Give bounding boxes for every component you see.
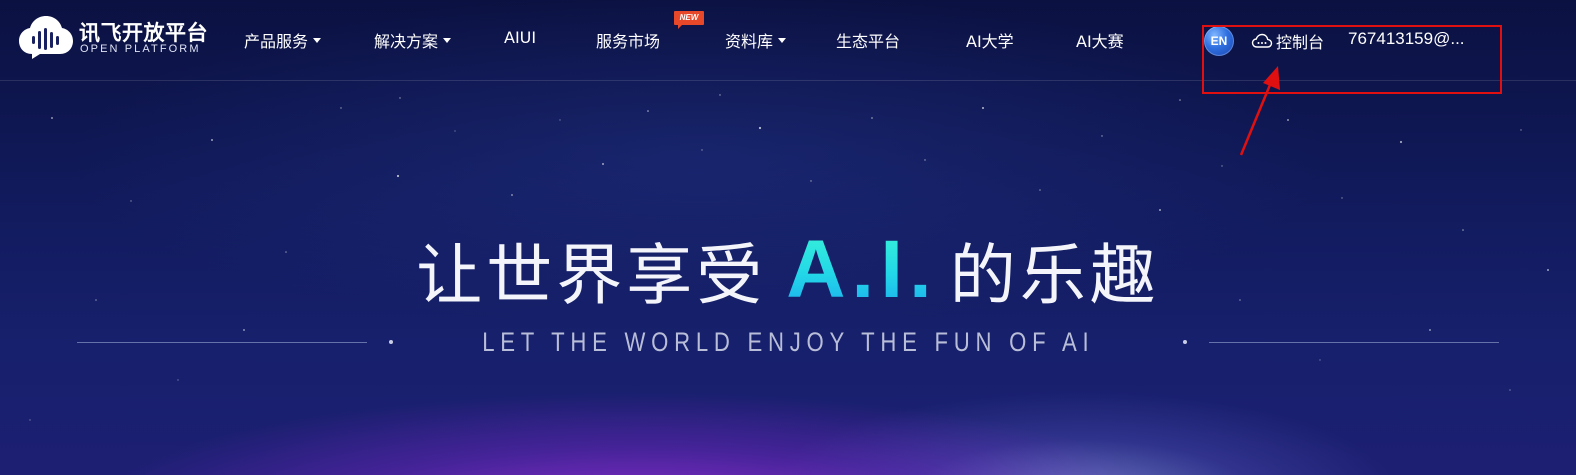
nav-item-service-market[interactable]: 服务市场	[596, 28, 660, 52]
divider-dot-left	[388, 340, 393, 344]
caret-down-icon	[778, 37, 787, 43]
caret-down-icon	[443, 37, 452, 43]
nav-item-solutions[interactable]: 解决方案	[374, 28, 452, 52]
voice-cloud-logo-icon	[19, 16, 73, 59]
nav-item-product-services[interactable]: 产品服务	[244, 28, 322, 52]
nav-item-label: 服务市场	[596, 32, 661, 51]
hero-subtitle: LET THE WORLD ENJOY THE FUN OF AI	[481, 326, 1095, 357]
nav-item-label: 解决方案	[374, 32, 439, 51]
nav-item-resources[interactable]: 资料库	[725, 28, 787, 52]
cloud-icon	[1251, 33, 1273, 48]
page: 讯飞开放平台 OPEN PLATFORM 产品服务 解决方案 AIUI 服务市场…	[0, 0, 1576, 475]
logo[interactable]: 讯飞开放平台 OPEN PLATFORM	[18, 14, 208, 60]
nav-item-label: AI大学	[966, 32, 1014, 51]
top-navbar: 讯飞开放平台 OPEN PLATFORM 产品服务 解决方案 AIUI 服务市场…	[0, 0, 1576, 81]
nav-item-label: AI大赛	[1076, 32, 1124, 51]
hero-title-prefix: 让世界享受	[416, 237, 767, 314]
nav-item-label: 产品服务	[244, 32, 309, 51]
nav-item-ai-competition[interactable]: AI大赛	[1076, 28, 1124, 52]
divider-line-left	[76, 341, 367, 343]
language-switch-button[interactable]: EN	[1204, 26, 1234, 56]
hero-title: 让世界享受 A.I. 的乐趣	[0, 222, 1576, 315]
nav-item-ecosystem[interactable]: 生态平台	[836, 28, 900, 52]
console-label: 控制台	[1276, 33, 1325, 52]
hero-title-suffix: 的乐趣	[949, 237, 1160, 314]
hero-title-ai: A.I.	[786, 224, 938, 315]
nav-item-label: 资料库	[725, 32, 774, 51]
nav-item-label: 生态平台	[836, 32, 901, 51]
divider-line-right	[1209, 341, 1500, 343]
divider-dot-right	[1183, 340, 1188, 344]
hero-subtitle-row: LET THE WORLD ENJOY THE FUN OF AI	[0, 326, 1576, 358]
nav-item-aiui[interactable]: AIUI	[504, 28, 536, 47]
caret-down-icon	[313, 37, 322, 43]
new-badge: NEW	[674, 11, 704, 29]
logo-name-en: OPEN PLATFORM	[80, 43, 201, 55]
nav-item-label: AIUI	[504, 28, 537, 47]
nav-item-ai-university[interactable]: AI大学	[966, 28, 1014, 52]
user-account-menu[interactable]: 767413159@...	[1348, 29, 1465, 49]
console-link[interactable]: 控制台	[1251, 29, 1324, 53]
